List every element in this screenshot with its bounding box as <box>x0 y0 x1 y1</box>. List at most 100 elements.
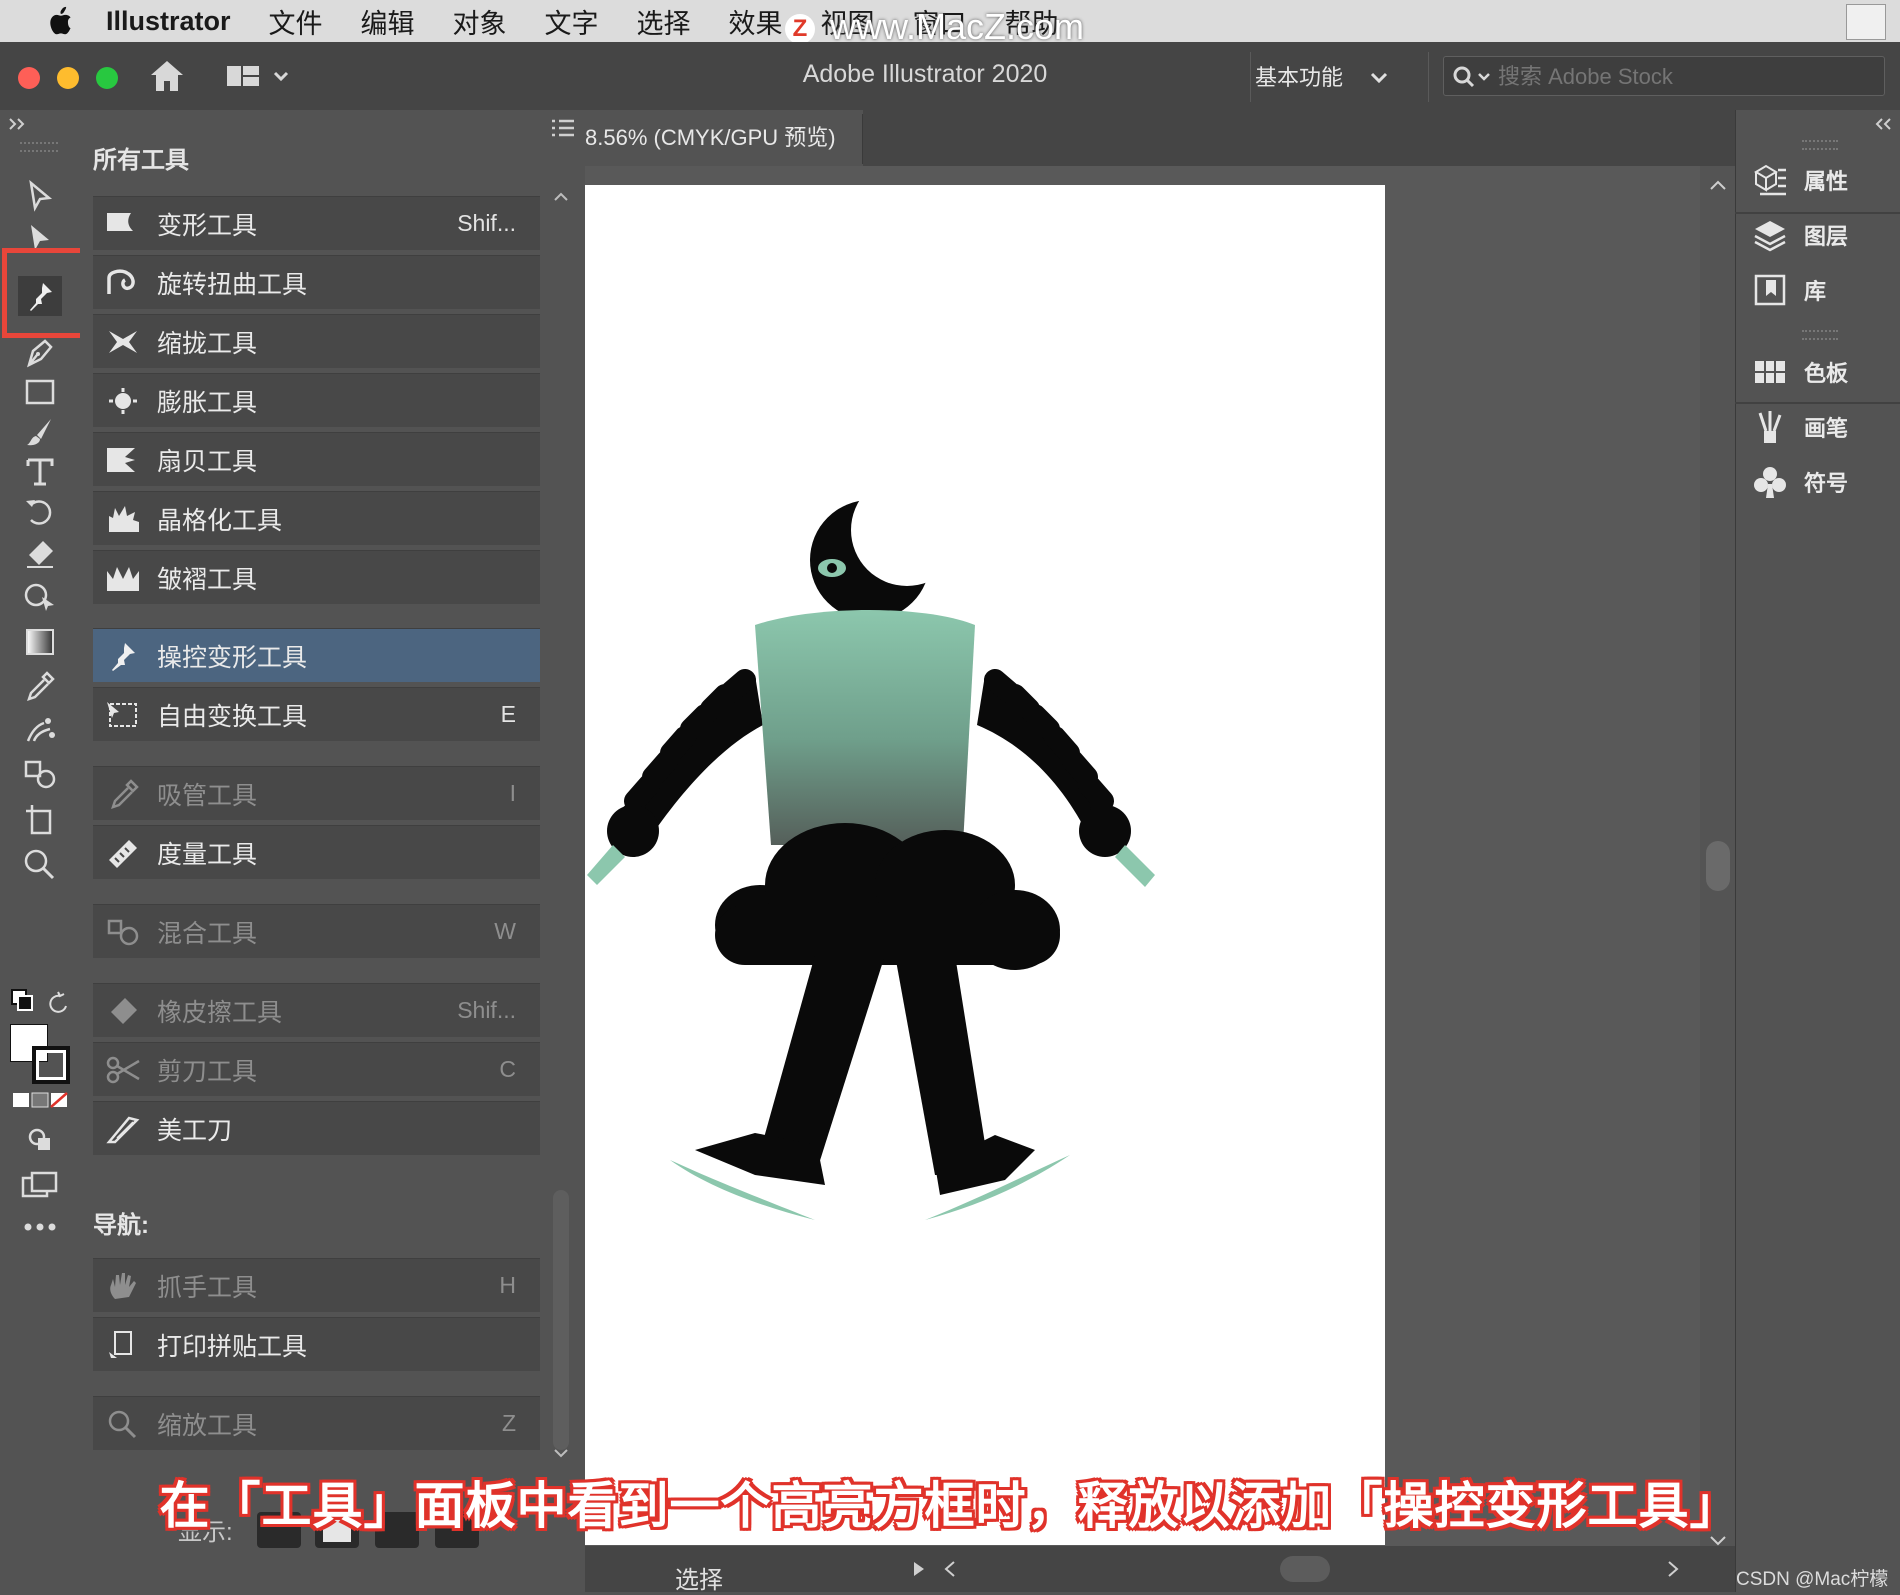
titlebar-divider <box>1428 52 1429 102</box>
eyedropper-tool[interactable] <box>18 666 62 706</box>
dock-swatches[interactable]: 色板 <box>1752 350 1848 394</box>
tool-row-shortcut: E <box>500 701 516 727</box>
tool-row-hand[interactable]: 抓手工具 H <box>93 1258 540 1312</box>
layers-icon <box>1752 217 1788 253</box>
menu-effect[interactable]: 效果 <box>729 2 783 41</box>
right-panel-dock <box>1735 110 1900 1592</box>
drawing-mode-icon[interactable] <box>26 1126 54 1154</box>
libraries-icon <box>1752 272 1788 308</box>
artwork-figure[interactable] <box>585 185 1385 1545</box>
rectangle-tool[interactable] <box>18 372 62 412</box>
dock-libraries[interactable]: 库 <box>1752 268 1826 312</box>
scroll-up-icon[interactable] <box>1708 178 1728 192</box>
tool-row-bloat[interactable]: 膨胀工具 <box>93 373 540 427</box>
blend-tool[interactable] <box>18 754 62 794</box>
puppet-pin-icon <box>103 638 143 674</box>
expand-toolbar-icon[interactable] <box>8 116 28 132</box>
dock-symbols[interactable]: 符号 <box>1752 460 1848 504</box>
dock-item-label: 属性 <box>1804 169 1849 194</box>
scrollbar-thumb[interactable] <box>1706 841 1730 891</box>
document-tab[interactable]: 8.56% (CMYK/GPU 预览) <box>585 110 863 166</box>
selection-tool[interactable] <box>18 176 62 216</box>
gradient-tool[interactable] <box>18 622 62 662</box>
watermark-badge: Z <box>785 14 815 44</box>
brushes-icon <box>1752 409 1788 445</box>
tool-row-scallop[interactable]: 扇贝工具 <box>93 432 540 486</box>
dock-item-label: 库 <box>1804 279 1827 304</box>
artboard-tool[interactable] <box>18 800 62 840</box>
stock-search-box[interactable] <box>1443 56 1885 96</box>
menu-type[interactable]: 文字 <box>545 2 599 41</box>
dock-grip[interactable] <box>1802 140 1838 150</box>
menu-file[interactable]: 文件 <box>269 2 323 41</box>
tool-row-free-transform[interactable]: 自由变换工具 E <box>93 687 540 741</box>
dock-properties[interactable]: 属性 <box>1752 158 1848 202</box>
tool-row-pucker[interactable]: 缩拢工具 <box>93 314 540 368</box>
tool-row-zoom[interactable]: 缩放工具 Z <box>93 1396 540 1450</box>
shape-builder-tool[interactable] <box>18 576 62 616</box>
tool-row-warp[interactable]: 变形工具 Shif... <box>93 196 540 250</box>
more-tools-icon[interactable] <box>22 1220 58 1234</box>
control-center-icon[interactable] <box>1846 4 1886 40</box>
tool-row-label: 旋转扭曲工具 <box>157 270 308 299</box>
left-arm <box>587 669 763 885</box>
canvas-vertical-scrollbar[interactable] <box>1700 166 1735 1566</box>
tool-row-blend[interactable]: 混合工具 W <box>93 904 540 958</box>
tool-row-shortcut: Shif... <box>457 210 516 236</box>
pen-tool[interactable] <box>18 332 62 372</box>
dock-brushes[interactable]: 画笔 <box>1752 405 1848 449</box>
scroll-down-icon[interactable] <box>553 1446 569 1460</box>
moon-head <box>810 474 963 620</box>
chevron-down-icon <box>1371 72 1388 84</box>
tool-row-shortcut: Z <box>501 1410 516 1436</box>
tool-row-scissors[interactable]: 剪刀工具 C <box>93 1042 540 1096</box>
workspace-label: 基本功能 <box>1255 65 1344 90</box>
wrinkle-icon <box>103 560 143 596</box>
dock-item-label: 图层 <box>1804 224 1849 249</box>
tool-row-label: 晶格化工具 <box>157 506 283 535</box>
tool-row-knife[interactable]: 美工刀 <box>93 1101 540 1155</box>
default-fill-stroke-icon[interactable] <box>10 988 70 1018</box>
tool-row-measure[interactable]: 度量工具 <box>93 825 540 879</box>
tool-row-twirl[interactable]: 旋转扭曲工具 <box>93 255 540 309</box>
menu-edit[interactable]: 编辑 <box>361 2 415 41</box>
zoom-tool[interactable] <box>18 844 62 884</box>
screen-mode-icon[interactable] <box>20 1170 60 1200</box>
paintbrush-tool[interactable] <box>18 412 62 452</box>
tool-row-shortcut: Shif... <box>457 997 516 1023</box>
apple-logo-icon[interactable] <box>40 6 80 36</box>
zoom-icon <box>24 849 55 880</box>
eraser-tool[interactable] <box>18 534 62 574</box>
artboard[interactable] <box>585 185 1385 1545</box>
stroke-color-swatch[interactable] <box>32 1046 70 1084</box>
menu-select[interactable]: 选择 <box>637 2 691 41</box>
bloat-icon <box>103 383 143 419</box>
horizontal-scrollbar-thumb[interactable] <box>1280 1556 1330 1582</box>
tool-row-eyedropper[interactable]: 吸管工具 I <box>93 766 540 820</box>
blend-icon <box>24 760 56 789</box>
dock-layers[interactable]: 图层 <box>1752 213 1848 257</box>
stock-search-input[interactable] <box>1496 63 1870 91</box>
tool-row-crystallize[interactable]: 晶格化工具 <box>93 491 540 545</box>
scroll-right-icon[interactable] <box>1665 1560 1681 1578</box>
tab-divider <box>862 114 863 164</box>
dock-grip[interactable] <box>1802 330 1838 340</box>
color-mode-icons[interactable] <box>12 1090 68 1110</box>
properties-icon <box>1752 162 1788 198</box>
tool-row-print-tiling[interactable]: 打印拼贴工具 <box>93 1317 540 1371</box>
type-tool[interactable] <box>18 452 62 492</box>
scroll-up-icon[interactable] <box>553 190 569 204</box>
status-nav-arrows[interactable] <box>910 1560 970 1578</box>
menu-object[interactable]: 对象 <box>453 2 507 41</box>
toolbar-grip[interactable] <box>20 142 58 152</box>
tool-row-wrinkle[interactable]: 皱褶工具 <box>93 550 540 604</box>
panel-menu-icon[interactable] <box>550 118 576 138</box>
workspace-dropdown[interactable]: 基本功能 <box>1255 60 1389 92</box>
symbol-sprayer-tool[interactable] <box>18 710 62 750</box>
collapse-dock-icon[interactable] <box>1872 116 1892 132</box>
tool-row-puppet-warp[interactable]: 操控变形工具 <box>93 628 540 682</box>
menu-app-name[interactable]: Illustrator <box>106 6 231 37</box>
tool-row-eraser[interactable]: 橡皮擦工具 Shif... <box>93 983 540 1037</box>
panel-scrollbar-thumb[interactable] <box>553 1190 569 1450</box>
rotate-tool[interactable] <box>18 492 62 532</box>
